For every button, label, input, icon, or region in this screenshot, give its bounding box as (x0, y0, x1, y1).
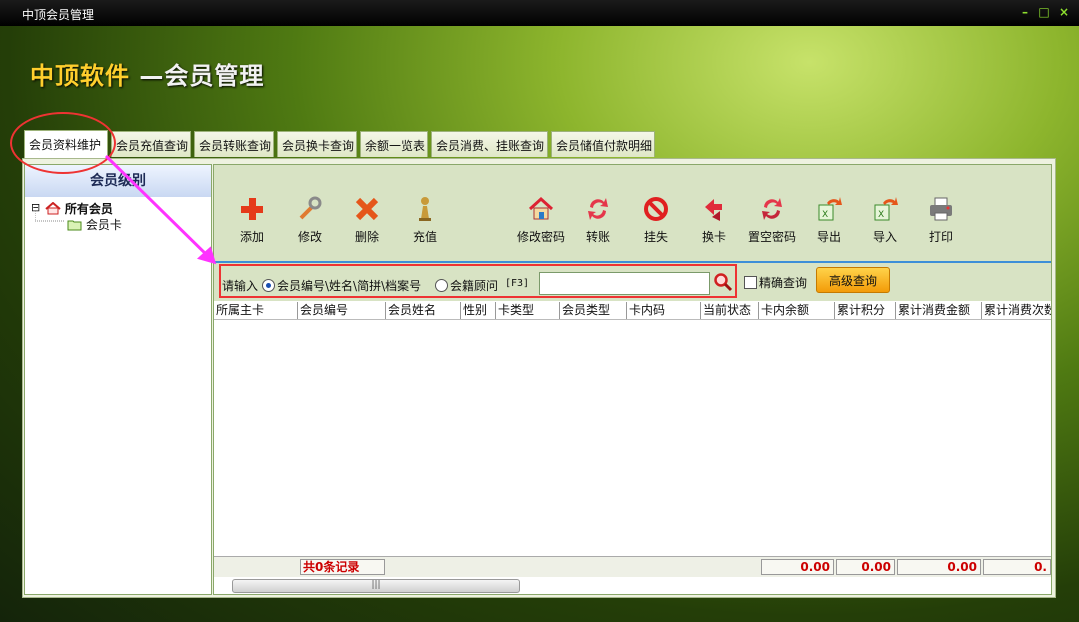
app-window: 中顶会员管理 – □ × 中顶软件 —会员管理 会员资料维护 会员充值查询 会员… (0, 0, 1079, 622)
annotation-arrow-icon (104, 154, 217, 265)
